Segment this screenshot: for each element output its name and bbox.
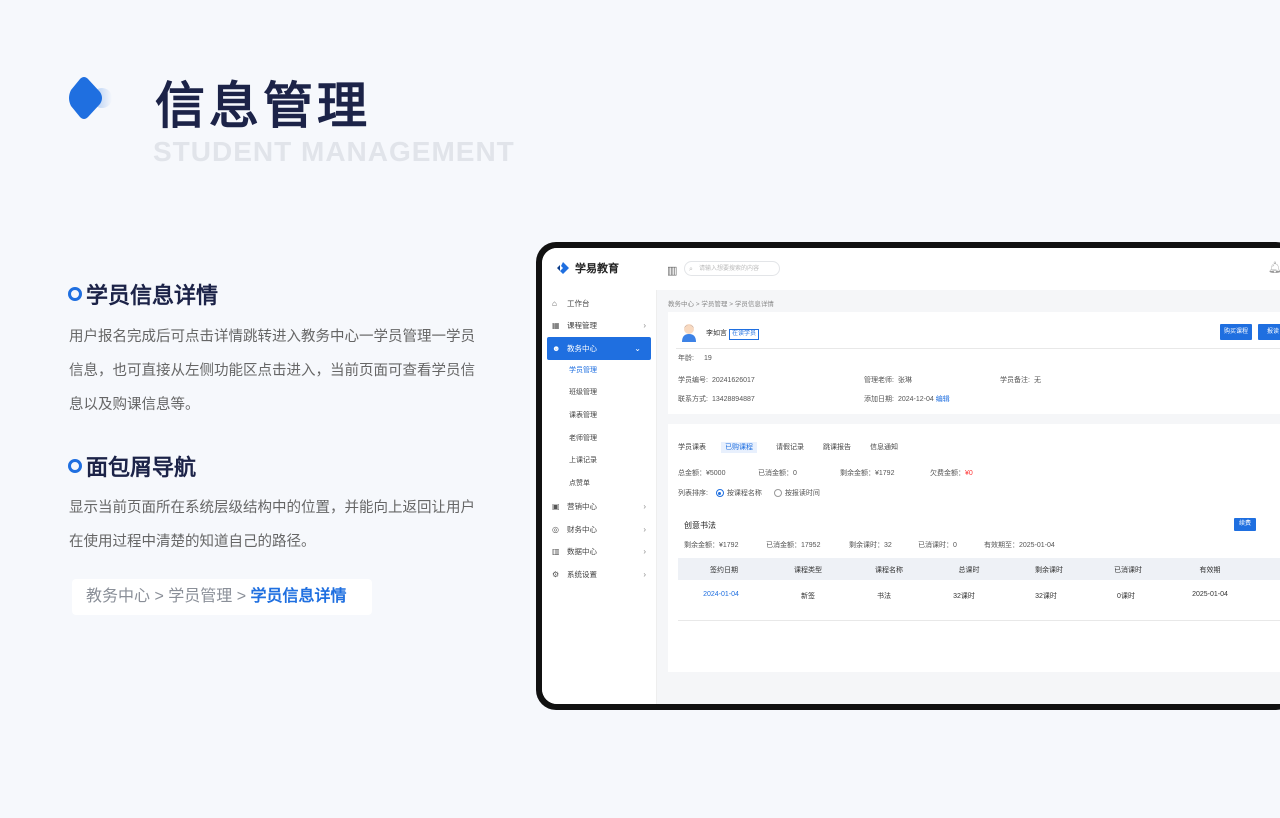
- sidebar-item-workbench[interactable]: ⌂ 工作台: [542, 292, 656, 315]
- course-panel: 学员课表 已购课程 请假记录 跳课报告 信息通知 总金额：¥5000 已消金额：0 剩余…: [668, 424, 1280, 672]
- tab-schedule[interactable]: 学员课表: [678, 444, 706, 451]
- sidebar-sub-class[interactable]: 班级管理: [542, 382, 656, 405]
- age-field: 年龄: 19: [678, 355, 712, 362]
- chart-icon: ▥: [552, 547, 560, 557]
- section-text-detail: 用户报名完成后可点击详情跳转进入教务中心一学员管理一学员信息，也可直接从左侧功能…: [69, 329, 475, 413]
- sidebar-item-finance[interactable]: ◎ 财务中心 ›: [542, 518, 656, 541]
- chevron-right-icon: ›: [643, 569, 646, 579]
- search-icon: ⌕: [689, 266, 693, 273]
- sidebar-sub-teacher[interactable]: 老师管理: [542, 428, 656, 451]
- logo-diamond-icon: [69, 77, 112, 119]
- table-cell: 2025-01-04: [1192, 591, 1228, 598]
- bullet-icon: [68, 459, 82, 473]
- remark-field: 学员备注: 无: [1000, 377, 1041, 384]
- table-cell: 32课时: [1035, 593, 1057, 600]
- tab-leave[interactable]: 请假记录: [776, 444, 804, 451]
- course-stat: 已消金额：17952: [766, 542, 821, 549]
- buy-course-button[interactable]: 购买课程: [1220, 324, 1252, 340]
- table-header-cell: 签约日期: [710, 567, 738, 574]
- table-divider: [678, 620, 1280, 621]
- table-cell: 书法: [877, 593, 891, 600]
- course-stat: 剩余金额：¥1792: [684, 542, 739, 549]
- chevron-down-icon: ⌄: [634, 343, 641, 353]
- date-field: 添加日期: 2024-12-04 编辑: [864, 396, 950, 403]
- table-cell: 32课时: [953, 593, 975, 600]
- chevron-right-icon: ›: [643, 321, 646, 331]
- chevron-right-icon: ›: [643, 502, 646, 512]
- edit-link[interactable]: 编辑: [936, 396, 950, 403]
- table-cell: 0课时: [1117, 593, 1135, 600]
- app-screen: 学易教育 ▥ ⌕ 请输入想要搜索的内容 🔔︎ ⌂ 工作台 ▦ 课程管理 › ☻ 教务中心 ⌄…: [542, 248, 1280, 704]
- breadcrumb-current: 学员信息详情: [250, 588, 347, 605]
- bell-icon[interactable]: 🔔︎: [1268, 261, 1280, 274]
- table-header-cell: 已消课时: [1114, 567, 1142, 574]
- tab-report[interactable]: 跳课报告: [823, 444, 851, 451]
- table-header-cell: 剩余课时: [1035, 567, 1063, 574]
- sidebar-item-data[interactable]: ▥ 数据中心 ›: [542, 541, 656, 564]
- chevron-right-icon: ›: [643, 524, 646, 534]
- course-stat: 已消课时：0: [918, 542, 957, 549]
- breadcrumb-item[interactable]: 教务中心: [86, 588, 150, 605]
- home-icon: ⌂: [552, 298, 557, 308]
- bullet-icon: [68, 287, 82, 301]
- chevron-right-icon: ›: [643, 547, 646, 557]
- renew-button[interactable]: 续费: [1234, 518, 1256, 531]
- search-input[interactable]: ⌕ 请输入想要搜索的内容: [684, 261, 780, 276]
- sidebar-sub-records[interactable]: 上课记录: [542, 450, 656, 473]
- summary-total: 总金额：¥5000: [678, 470, 726, 477]
- table-header-cell: 课程名称: [875, 567, 903, 574]
- summary-consumed: 已消金额：0: [758, 470, 797, 477]
- enroll-button[interactable]: 报读: [1258, 324, 1280, 340]
- marketing-icon: ▣: [552, 502, 560, 512]
- tab-purchased[interactable]: 已购课程: [721, 442, 757, 453]
- breadcrumb-demo: 教务中心 > 学员管理 > 学员信息详情: [72, 579, 372, 615]
- section-text-breadcrumb: 显示当前页面所在系统层级结构中的位置，并能向上返回让用户在使用过程中清楚的知道自…: [69, 500, 475, 550]
- course-stat: 有效期至：2025-01-04: [984, 542, 1055, 549]
- top-bar: 学易教育 ▥ ⌕ 请输入想要搜索的内容 🔔︎: [542, 248, 1280, 290]
- app-logo-icon: [557, 262, 569, 274]
- status-badge: 在读学员: [729, 329, 760, 340]
- student-info-card: 李如言 在读学员 购买课程 报读 年龄: 19 学员编号: 20241626017 管…: [668, 312, 1280, 414]
- sidebar-item-course[interactable]: ▦ 课程管理 ›: [542, 315, 656, 338]
- student-id-field: 学员编号: 20241626017: [678, 377, 755, 384]
- sidebar-sub-schedule[interactable]: 课表管理: [542, 405, 656, 428]
- sidebar-item-academic[interactable]: ☻ 教务中心 ⌄: [547, 337, 651, 360]
- table-cell-date-link[interactable]: 2024-01-04: [703, 591, 739, 598]
- student-name: 李如言 在读学员: [706, 328, 760, 340]
- app-brand[interactable]: 学易教育: [556, 260, 619, 276]
- table-header-cell: 总课时: [958, 567, 980, 574]
- tab-bar: 学员课表 已购课程 请假记录 跳课报告 信息通知: [678, 442, 917, 453]
- avatar: [682, 324, 696, 342]
- page-title: 信息管理: [155, 78, 371, 134]
- sidebar: ⌂ 工作台 ▦ 课程管理 › ☻ 教务中心 ⌄ 学员管理 班级管理 课表管理 老师管理 上…: [542, 290, 657, 704]
- course-name: 创意书法: [684, 521, 716, 530]
- sort-by-time-radio[interactable]: 按报读时间: [773, 489, 820, 498]
- breadcrumb-item[interactable]: 学员管理: [168, 588, 232, 605]
- table-cell: 新签: [801, 593, 815, 600]
- summary-owed: 欠费金额：¥0: [930, 470, 973, 477]
- table-header-cell: 课程类型: [794, 567, 822, 574]
- section-title-detail: 学员信息详情: [68, 278, 218, 310]
- app-breadcrumb[interactable]: 教务中心 > 学员管理 > 学员信息详情: [668, 298, 774, 308]
- sidebar-sub-like[interactable]: 点赞单: [542, 473, 656, 496]
- course-stat: 剩余课时：32: [849, 542, 892, 549]
- sidebar-item-settings[interactable]: ⚙ 系统设置 ›: [542, 563, 656, 586]
- finance-icon: ◎: [552, 524, 559, 534]
- summary-remaining: 剩余金额：¥1792: [840, 470, 895, 477]
- sort-by-name-radio[interactable]: 按课程名称: [715, 489, 762, 498]
- sidebar-sub-student[interactable]: 学员管理: [542, 360, 656, 383]
- contact-field: 联系方式: 13428894887: [678, 396, 755, 403]
- table-header-cell: 有效期: [1199, 567, 1221, 574]
- gear-icon: ⚙: [552, 569, 560, 579]
- tab-notice[interactable]: 信息通知: [870, 444, 898, 451]
- user-icon: ☻: [552, 343, 561, 353]
- teacher-field: 管理老师: 张琳: [864, 377, 912, 384]
- grid-icon: ▦: [552, 321, 560, 331]
- sort-options: 列表排序: 按课程名称 按报读时间: [678, 489, 820, 498]
- section-title-breadcrumb: 面包屑导航: [68, 450, 196, 482]
- page-subtitle: STUDENT MANAGEMENT: [153, 136, 515, 167]
- sidebar-item-marketing[interactable]: ▣ 营销中心 ›: [542, 495, 656, 518]
- tablet-mockup: 学易教育 ▥ ⌕ 请输入想要搜索的内容 🔔︎ ⌂ 工作台 ▦ 课程管理 › ☻ 教务中心 ⌄…: [536, 242, 1280, 710]
- menu-toggle-icon[interactable]: ▥: [667, 264, 677, 277]
